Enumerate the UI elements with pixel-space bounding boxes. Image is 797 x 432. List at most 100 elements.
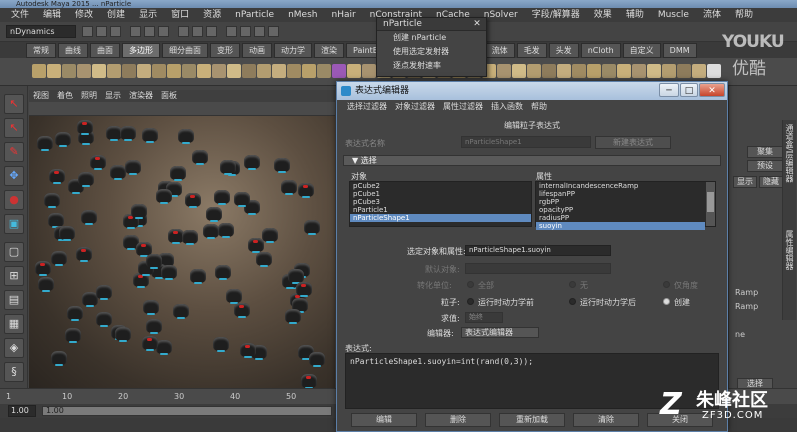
menu-16[interactable]: Muscle [651, 8, 696, 22]
layout-outliner-icon[interactable]: ▤ [4, 290, 24, 310]
object-list-item[interactable]: nParticle1 [350, 206, 531, 214]
render-settings-icon[interactable] [268, 26, 279, 37]
shelf-tool-icon[interactable] [662, 64, 676, 78]
attribute-list-item[interactable]: rgbPP [536, 198, 705, 206]
radio-convert-angular[interactable] [663, 281, 670, 288]
snap-grid-icon[interactable] [178, 26, 189, 37]
clear-button[interactable]: 清除 [573, 413, 639, 427]
shelf-tool-icon[interactable] [107, 64, 121, 78]
shelf-tool-icon[interactable] [152, 64, 166, 78]
shelf-tab-14[interactable]: 头发 [548, 43, 579, 58]
shelf-tool-icon[interactable] [512, 64, 526, 78]
rotate-tool-icon[interactable]: ● [4, 190, 24, 210]
viewport-menu-1[interactable]: 着色 [53, 90, 77, 102]
menu-18[interactable]: 帮助 [728, 8, 760, 22]
delete-button[interactable]: 删除 [425, 413, 491, 427]
range-bar[interactable]: 1.00 [42, 406, 332, 416]
shelf-tool-icon[interactable] [617, 64, 631, 78]
radio-runtime-after[interactable] [569, 298, 576, 305]
focus-button[interactable]: 聚集 [747, 146, 783, 158]
menu-17[interactable]: 流体 [696, 8, 728, 22]
attribute-list-item[interactable]: opacityPP [536, 206, 705, 214]
layout-graph-icon[interactable]: ▦ [4, 314, 24, 334]
select-component-icon[interactable] [158, 26, 169, 37]
save-scene-icon[interactable] [110, 26, 121, 37]
default-object-field[interactable] [465, 263, 611, 274]
minimize-button[interactable]: ─ [659, 83, 679, 97]
shelf-tool-icon[interactable] [317, 64, 331, 78]
shelf-tool-icon[interactable] [287, 64, 301, 78]
ipr-render-icon[interactable] [254, 26, 265, 37]
ee-menu-3[interactable]: 插入函数 [487, 100, 527, 114]
shelf-tool-icon[interactable] [137, 64, 151, 78]
attribute-editor-tab[interactable]: 属性编辑器 [785, 230, 795, 270]
objects-list[interactable]: pCube2 pCube1 pCube3 nParticle1 nParticleSha… [349, 181, 532, 227]
shelf-tab-13[interactable]: 毛发 [516, 43, 547, 58]
ee-menu-1[interactable]: 对象过滤器 [391, 100, 439, 114]
viewport-menu-3[interactable]: 显示 [101, 90, 125, 102]
menu-9[interactable]: nHair [324, 8, 362, 22]
shelf-tab-4[interactable]: 细分曲面 [162, 43, 208, 58]
layout-four-icon[interactable]: ⊞ [4, 266, 24, 286]
shelf-tool-icon[interactable] [77, 64, 91, 78]
snap-point-icon[interactable] [206, 26, 217, 37]
shelf-tab-5[interactable]: 变形 [210, 43, 240, 58]
shelf-tool-icon[interactable] [602, 64, 616, 78]
shelf-tool-icon[interactable] [542, 64, 556, 78]
menu-5[interactable]: 窗口 [164, 8, 196, 22]
shelf-tab-0[interactable]: 常规 [26, 43, 56, 58]
menu-6[interactable]: 资源 [196, 8, 228, 22]
ee-menu-4[interactable]: 帮助 [527, 100, 551, 114]
shelf-tab-7[interactable]: 动力学 [274, 43, 312, 58]
radio-convert-all[interactable] [467, 281, 474, 288]
shelf-tab-12[interactable]: 流体 [484, 43, 515, 58]
ee-menu-2[interactable]: 属性过滤器 [439, 100, 487, 114]
shelf-tool-icon[interactable] [302, 64, 316, 78]
shelf-tab-6[interactable]: 动画 [242, 43, 272, 58]
object-list-item[interactable]: pCube1 [350, 190, 531, 198]
lasso-tool-icon[interactable]: ↖ [4, 118, 24, 138]
shelf-tool-icon[interactable] [587, 64, 601, 78]
menu-0[interactable]: 文件 [4, 8, 36, 22]
ee-menu-0[interactable]: 选择过滤器 [343, 100, 391, 114]
menu-item-create-nparticle[interactable]: 创建 nParticle [377, 31, 486, 45]
layout-script-icon[interactable]: § [4, 362, 24, 382]
shelf-tool-icon[interactable] [167, 64, 181, 78]
menu-14[interactable]: 效果 [587, 8, 619, 22]
channel-box-tab[interactable]: 通道盒/层编辑器 [785, 124, 795, 183]
reload-button[interactable]: 重新加载 [499, 413, 565, 427]
shelf-tool-icon[interactable] [197, 64, 211, 78]
attribute-list-item[interactable]: lifespanPP [536, 190, 705, 198]
menu-8[interactable]: nMesh [281, 8, 324, 22]
open-scene-icon[interactable] [96, 26, 107, 37]
show-button[interactable]: 显示 [733, 176, 757, 188]
hide-button[interactable]: 隐藏 [759, 176, 783, 188]
shelf-tool-icon[interactable] [692, 64, 706, 78]
shelf-tab-16[interactable]: 自定义 [622, 43, 661, 58]
menu-3[interactable]: 创建 [100, 8, 132, 22]
attributes-list[interactable]: internalIncandescenceRamp lifespanPP rgbPP… [535, 181, 716, 230]
selection-section-header[interactable]: ▼ 选择 [343, 155, 721, 166]
shelf-tool-icon[interactable] [572, 64, 586, 78]
menu-set-dropdown[interactable]: nDynamics [6, 25, 76, 38]
shelf-tab-1[interactable]: 曲线 [58, 43, 88, 58]
viewport-menu-2[interactable]: 照明 [77, 90, 101, 102]
select-object-icon[interactable] [144, 26, 155, 37]
menu-item-use-selected-emitter[interactable]: 使用选定发射器 [377, 45, 486, 59]
menu-1[interactable]: 编辑 [36, 8, 68, 22]
history-icon[interactable] [226, 26, 237, 37]
shelf-tool-icon[interactable] [557, 64, 571, 78]
shelf-tool-icon[interactable] [227, 64, 241, 78]
menu-13[interactable]: 字段/解算器 [525, 8, 587, 22]
shelf-tool-icon[interactable] [647, 64, 661, 78]
shelf-tool-icon[interactable] [32, 64, 46, 78]
new-scene-icon[interactable] [82, 26, 93, 37]
shelf-tool-icon[interactable] [182, 64, 196, 78]
layout-single-icon[interactable]: ▢ [4, 242, 24, 262]
presets-button[interactable]: 预设 [747, 160, 783, 172]
edit-button[interactable]: 编辑 [351, 413, 417, 427]
shelf-tab-17[interactable]: DMM [662, 43, 697, 58]
layout-hypershade-icon[interactable]: ◈ [4, 338, 24, 358]
shelf-tool-icon[interactable] [632, 64, 646, 78]
menu-item-per-point-emission[interactable]: 逐点发射速率 [377, 59, 486, 73]
